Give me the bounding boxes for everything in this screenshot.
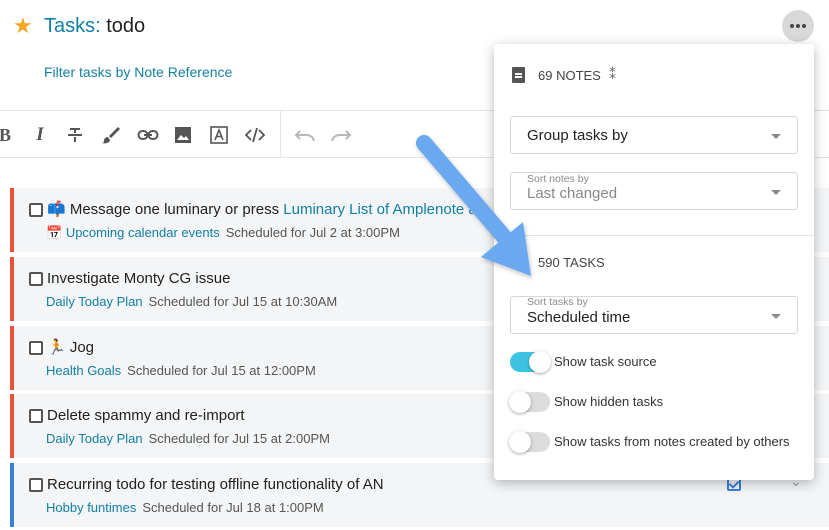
- task-scheduled: Scheduled for Jul 15 at 12:00PM: [127, 363, 316, 378]
- tasks-count: 590 TASKS: [538, 255, 605, 270]
- bold-icon[interactable]: B: [0, 125, 15, 145]
- task-link[interactable]: Luminary List of Amplenote a: [283, 201, 476, 218]
- filter-off-icon[interactable]: ⁑: [609, 66, 616, 83]
- text-field-icon[interactable]: [209, 125, 229, 145]
- strikethrough-icon[interactable]: [65, 125, 85, 145]
- document-icon: [512, 67, 525, 83]
- chevron-down-icon: [771, 134, 781, 139]
- task-checkbox[interactable]: [29, 409, 43, 423]
- task-scheduled: Scheduled for Jul 15 at 2:00PM: [148, 431, 330, 446]
- task-source-link[interactable]: Hobby funtimes: [46, 500, 136, 515]
- sort-tasks-select[interactable]: Sort tasks by Scheduled time: [510, 296, 798, 334]
- notes-count: 69 NOTES: [538, 68, 601, 83]
- task-checkbox[interactable]: [29, 341, 43, 355]
- image-icon[interactable]: [173, 125, 193, 145]
- toggle-switch[interactable]: [509, 391, 550, 413]
- star-icon[interactable]: ★: [13, 14, 33, 38]
- task-text[interactable]: Investigate Monty CG issue: [47, 269, 230, 289]
- group-tasks-value: Group tasks by: [527, 127, 628, 144]
- title-name: todo: [100, 15, 146, 37]
- toggle-label: Show tasks from notes created by others: [554, 434, 790, 449]
- title-tag: Tasks:: [44, 15, 101, 37]
- sort-notes-label: Sort notes by: [527, 173, 589, 185]
- task-source-link[interactable]: Daily Today Plan: [46, 431, 143, 446]
- more-options-button[interactable]: [782, 10, 814, 42]
- task-source-link[interactable]: Health Goals: [46, 363, 121, 378]
- toggle-switch[interactable]: [510, 351, 551, 373]
- page-title: Tasks: todo: [44, 14, 145, 38]
- code-icon[interactable]: [244, 125, 266, 145]
- chevron-down-icon: [771, 190, 781, 195]
- task-scheduled: Scheduled for Jul 2 at 3:00PM: [225, 225, 400, 240]
- task-meta: Daily Today Plan Scheduled for Jul 15 at …: [46, 293, 337, 311]
- task-scheduled: Scheduled for Jul 18 at 1:00PM: [142, 500, 324, 515]
- toggle-label: Show hidden tasks: [554, 394, 664, 409]
- toolbar-divider: [280, 111, 281, 157]
- task-source-link[interactable]: Upcoming calendar events: [66, 225, 220, 240]
- task-meta: Health Goals Scheduled for Jul 15 at 12:0…: [46, 362, 316, 380]
- toggle-switch[interactable]: [509, 431, 550, 453]
- redo-icon[interactable]: [330, 125, 352, 145]
- task-text[interactable]: Recurring todo for testing offline funct…: [47, 475, 384, 495]
- toggle-show-others-tasks[interactable]: Show tasks from notes created by others: [509, 430, 810, 454]
- sort-tasks-value: Scheduled time: [527, 309, 631, 326]
- chevron-down-icon: [771, 314, 781, 319]
- task-scheduled: Scheduled for Jul 15 at 10:30AM: [148, 294, 338, 309]
- task-options-popover: 69 NOTES ⁑ Group tasks by Sort notes by …: [494, 44, 814, 480]
- task-checkbox[interactable]: [29, 478, 43, 492]
- task-text[interactable]: 📫 Message one luminary or press Luminary…: [47, 200, 477, 220]
- task-checkbox[interactable]: [29, 203, 43, 217]
- task-text[interactable]: 🏃 Jog: [47, 338, 94, 358]
- task-meta: Hobby funtimes Scheduled for Jul 18 at 1:…: [46, 499, 324, 517]
- task-checkbox[interactable]: [29, 272, 43, 286]
- italic-icon[interactable]: I: [30, 125, 50, 145]
- link-icon[interactable]: [137, 125, 159, 145]
- sort-tasks-label: Sort tasks by: [527, 296, 588, 308]
- toggle-show-hidden-tasks[interactable]: Show hidden tasks: [509, 390, 810, 414]
- undo-icon[interactable]: [294, 125, 315, 145]
- toggle-label: Show task source: [554, 354, 657, 369]
- toggle-show-task-source[interactable]: Show task source: [510, 350, 810, 374]
- sort-notes-value: Last changed: [527, 185, 618, 202]
- filter-tasks-link[interactable]: Filter tasks by Note Reference: [44, 64, 232, 80]
- brush-icon[interactable]: [101, 125, 121, 145]
- popover-divider: [494, 235, 814, 236]
- sort-notes-select[interactable]: Sort notes by Last changed: [510, 172, 798, 210]
- more-horizontal-icon: [790, 24, 794, 28]
- task-text[interactable]: Delete spammy and re-import: [47, 406, 245, 426]
- task-meta: Daily Today Plan Scheduled for Jul 15 at …: [46, 430, 330, 448]
- task-meta: 📅 Upcoming calendar events Scheduled for …: [46, 225, 400, 240]
- task-source-link[interactable]: Daily Today Plan: [46, 294, 143, 309]
- group-tasks-select[interactable]: Group tasks by: [510, 116, 798, 154]
